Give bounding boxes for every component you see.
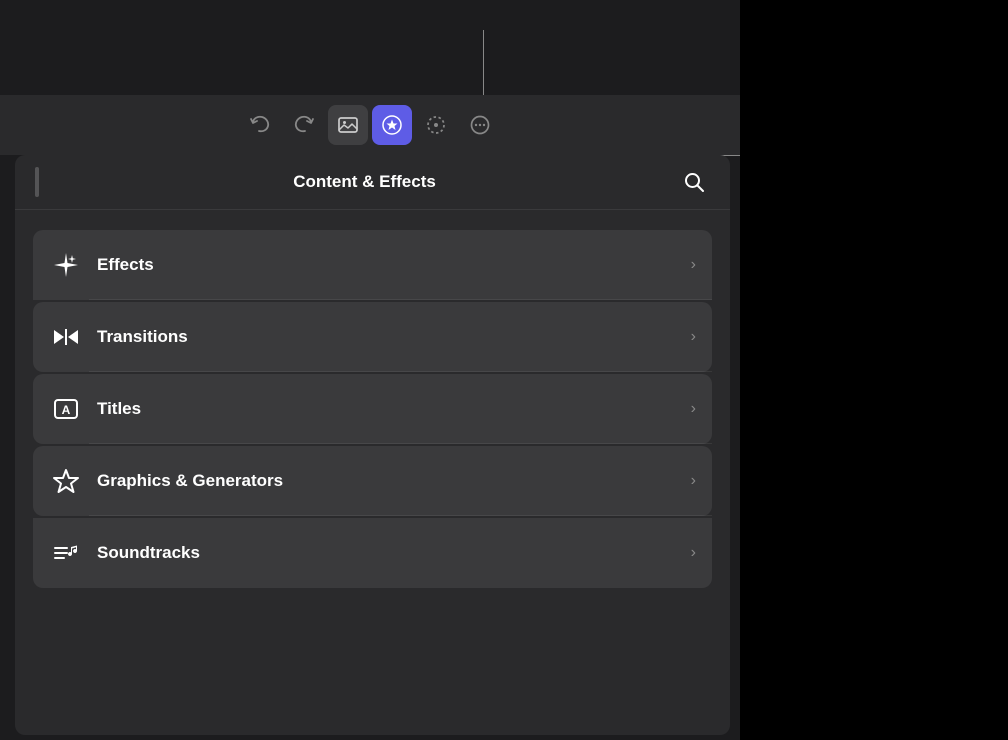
content-effects-button[interactable] [372, 105, 412, 145]
transitions-item[interactable]: Transitions › [33, 302, 712, 372]
more-button[interactable] [460, 105, 500, 145]
effects-item[interactable]: Effects › [33, 230, 712, 300]
svg-text:A: A [62, 403, 71, 417]
transitions-label: Transitions [97, 327, 691, 347]
selection-button[interactable] [416, 105, 456, 145]
soundtracks-label: Soundtracks [97, 543, 691, 563]
graphics-generators-chevron: › [691, 472, 696, 490]
graphics-generators-item[interactable]: Graphics & Generators › [33, 446, 712, 516]
media-button[interactable] [328, 105, 368, 145]
toolbar [0, 95, 740, 155]
titles-icon: A [49, 392, 83, 426]
effects-chevron: › [691, 256, 696, 274]
content-effects-panel: Content & Effects Effects › [15, 155, 730, 735]
transitions-icon [49, 320, 83, 354]
redo-button[interactable] [284, 105, 324, 145]
titles-item[interactable]: A Titles › [33, 374, 712, 444]
effects-icon [49, 248, 83, 282]
effects-label: Effects [97, 255, 691, 275]
search-button[interactable] [678, 166, 710, 198]
panel-title: Content & Effects [51, 172, 678, 192]
soundtracks-icon [49, 536, 83, 570]
graphics-generators-icon [49, 464, 83, 498]
titles-label: Titles [97, 399, 691, 419]
transitions-chevron: › [691, 328, 696, 346]
soundtracks-item[interactable]: Soundtracks › [33, 518, 712, 588]
panel-header: Content & Effects [15, 155, 730, 210]
playhead-line [483, 30, 484, 100]
background-right [740, 0, 1008, 740]
titles-chevron: › [691, 400, 696, 418]
drag-handle [35, 167, 39, 197]
undo-button[interactable] [240, 105, 280, 145]
soundtracks-chevron: › [691, 544, 696, 562]
graphics-generators-label: Graphics & Generators [97, 471, 691, 491]
menu-list: Effects › Transitions › A [15, 210, 730, 608]
